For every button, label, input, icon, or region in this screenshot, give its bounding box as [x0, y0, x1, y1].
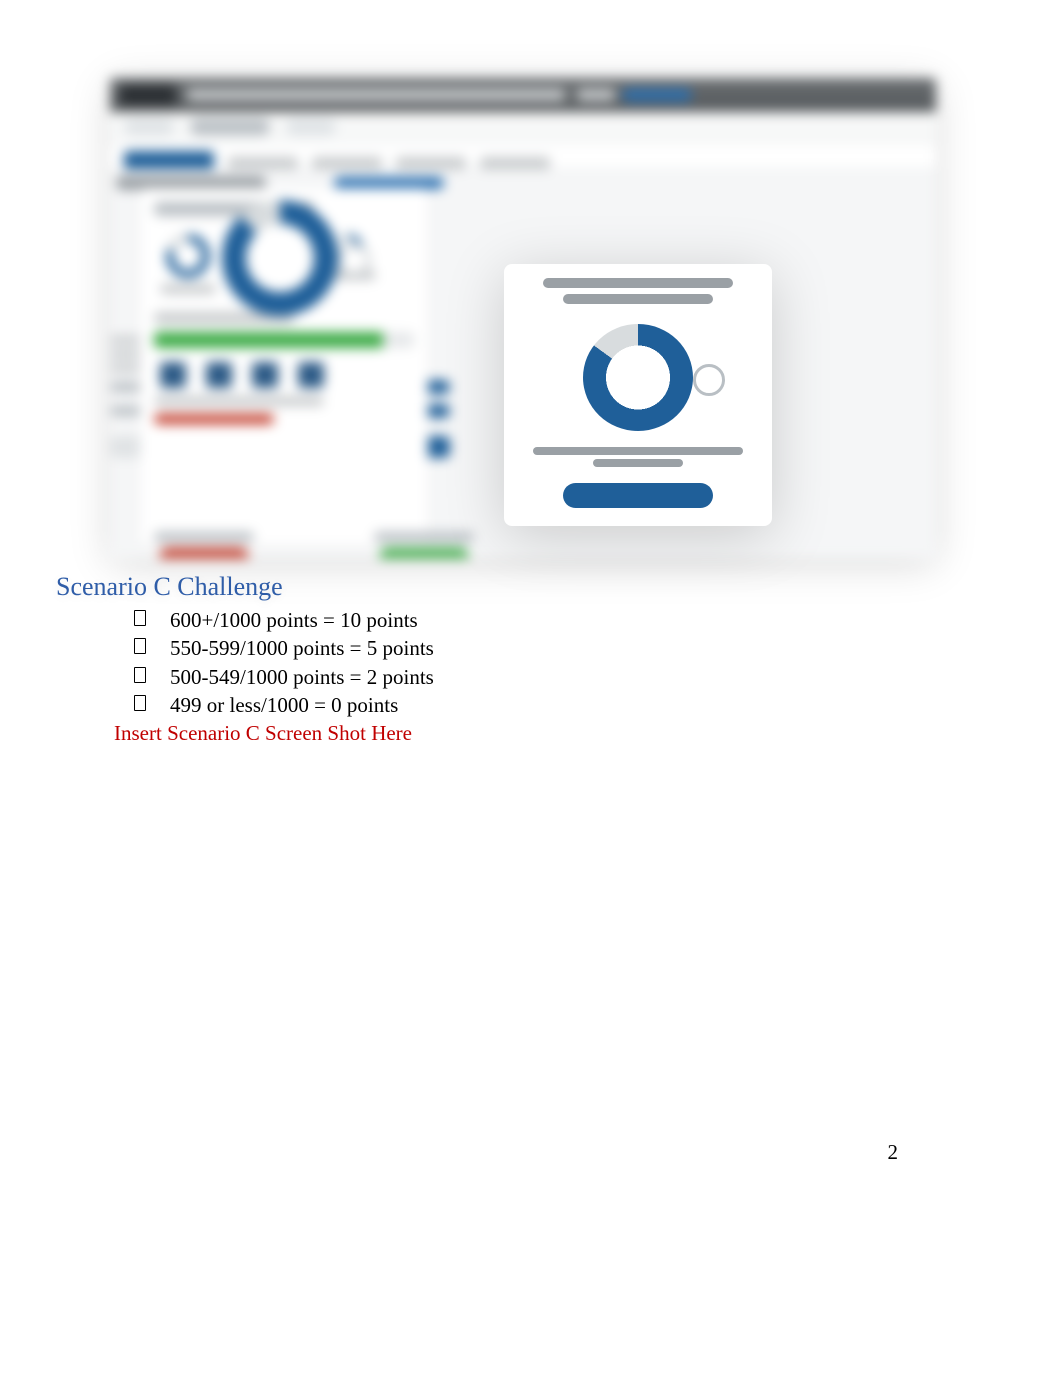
- list-item: 499 or less/1000 = 0 points: [134, 691, 936, 719]
- subheader-pill: [124, 119, 174, 135]
- tab: [396, 157, 466, 169]
- big-donut-chart: [222, 200, 338, 316]
- tab: [228, 157, 298, 169]
- section-heading: Scenario C Challenge: [56, 572, 936, 602]
- list-item: 550-599/1000 points = 5 points: [134, 634, 936, 662]
- subheader-pill: [286, 119, 336, 135]
- metric-item: [374, 532, 474, 558]
- metric-badge-green: [379, 548, 469, 558]
- subheader-pill-active: [190, 119, 270, 135]
- progress-fill: [154, 332, 383, 348]
- screenshot-tabs: [110, 143, 936, 170]
- list-item: 500-549/1000 points = 2 points: [134, 663, 936, 691]
- tab: [312, 157, 382, 169]
- icon-row: [160, 362, 414, 388]
- progress-bar: [154, 332, 414, 348]
- metric-label: [374, 532, 474, 542]
- document-page: Scenario C Challenge 600+/1000 points = …: [0, 0, 1062, 1376]
- caption-line: [154, 396, 324, 406]
- metric-badge-red: [159, 548, 249, 558]
- header-chip-blue: [622, 89, 692, 101]
- mini-donut-icon: [166, 234, 210, 278]
- popup-title-line: [543, 278, 733, 288]
- screenshot-subheader: [110, 112, 936, 143]
- popup-caption-line: [533, 447, 743, 455]
- document-content: Scenario C Challenge 600+/1000 points = …: [56, 572, 936, 746]
- popup-subtitle-line: [563, 294, 713, 304]
- popup-primary-button: [563, 483, 713, 508]
- square-icon: [206, 362, 232, 388]
- screenshot-popup-card: [504, 264, 772, 526]
- tab-active: [124, 151, 214, 169]
- header-chip: [576, 89, 616, 101]
- screenshot-title-placeholder: [186, 89, 566, 101]
- square-icon: [298, 362, 324, 388]
- popup-caption-line: [593, 459, 683, 467]
- insert-note: Insert Scenario C Screen Shot Here: [114, 721, 936, 746]
- metric-label: [154, 532, 254, 542]
- screenshot-logo: [120, 85, 176, 105]
- stat-label: [160, 284, 216, 294]
- list-item: 600+/1000 points = 10 points: [134, 606, 936, 634]
- tab: [480, 157, 550, 169]
- square-icon: [160, 362, 186, 388]
- screenshot-header-right: [576, 89, 692, 101]
- page-number: 2: [888, 1140, 899, 1165]
- caption-line-red: [154, 414, 274, 424]
- metric-row: [154, 532, 474, 558]
- popup-donut-chart: [583, 324, 693, 431]
- popup-caption: [533, 447, 743, 467]
- metric-item: [154, 532, 254, 558]
- points-list: 600+/1000 points = 10 points 550-599/100…: [134, 606, 936, 719]
- square-icon: [252, 362, 278, 388]
- screenshot-header: [110, 78, 936, 112]
- stat-item: [160, 234, 216, 294]
